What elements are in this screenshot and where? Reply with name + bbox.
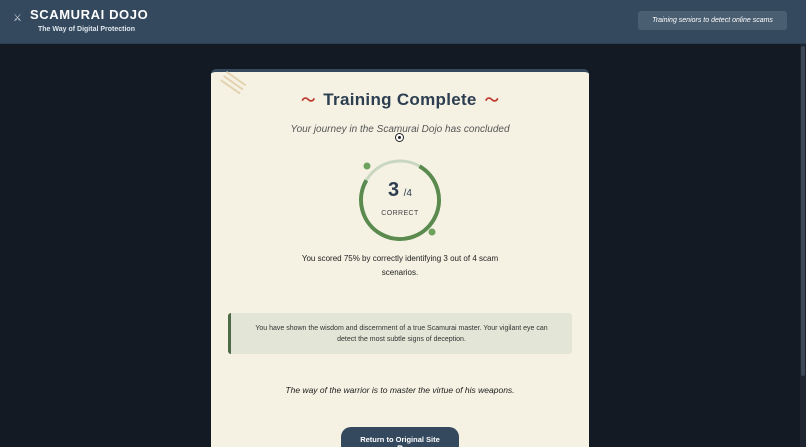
ring-dot-top (363, 162, 371, 170)
samurai-quote: The way of the warrior is to master the … (285, 385, 515, 395)
scrollbar-thumb[interactable] (801, 46, 805, 376)
return-to-site-button[interactable]: Return to Original Site ⧉ (341, 427, 459, 447)
score-ring: 3 /4 CORRECT (358, 158, 442, 242)
title-row: 〜 Training Complete 〜 (211, 90, 589, 110)
tagline-badge: Training seniors to detect online scams (638, 11, 787, 30)
cursor-indicator-icon (395, 133, 404, 142)
ring-dot-bottom (428, 228, 436, 236)
sword-icon: ⚔ (13, 13, 22, 24)
return-button-label: Return to Original Site (360, 435, 440, 444)
app-subtitle: The Way of Digital Protection (38, 26, 135, 33)
results-card: 〜 Training Complete 〜 Your journey in th… (211, 69, 589, 447)
top-bar: ⚔ SCAMURAI DOJO The Way of Digital Prote… (0, 0, 806, 44)
app-title: SCAMURAI DOJO (30, 7, 149, 22)
brush-stroke-right-icon: 〜 (484, 92, 499, 108)
score-value: 3 /4 (358, 179, 442, 202)
score-total: /4 (403, 188, 412, 199)
score-summary: You scored 75% by correctly identifying … (301, 254, 499, 277)
brush-stroke-left-icon: 〜 (301, 92, 316, 108)
score-correct: 3 (388, 179, 400, 201)
page-scrollbar[interactable] (800, 44, 806, 447)
wisdom-message: You have shown the wisdom and discernmen… (228, 313, 572, 354)
wisdom-text: You have shown the wisdom and discernmen… (255, 324, 548, 343)
page-title: Training Complete (323, 90, 477, 109)
score-label: CORRECT (381, 210, 419, 217)
